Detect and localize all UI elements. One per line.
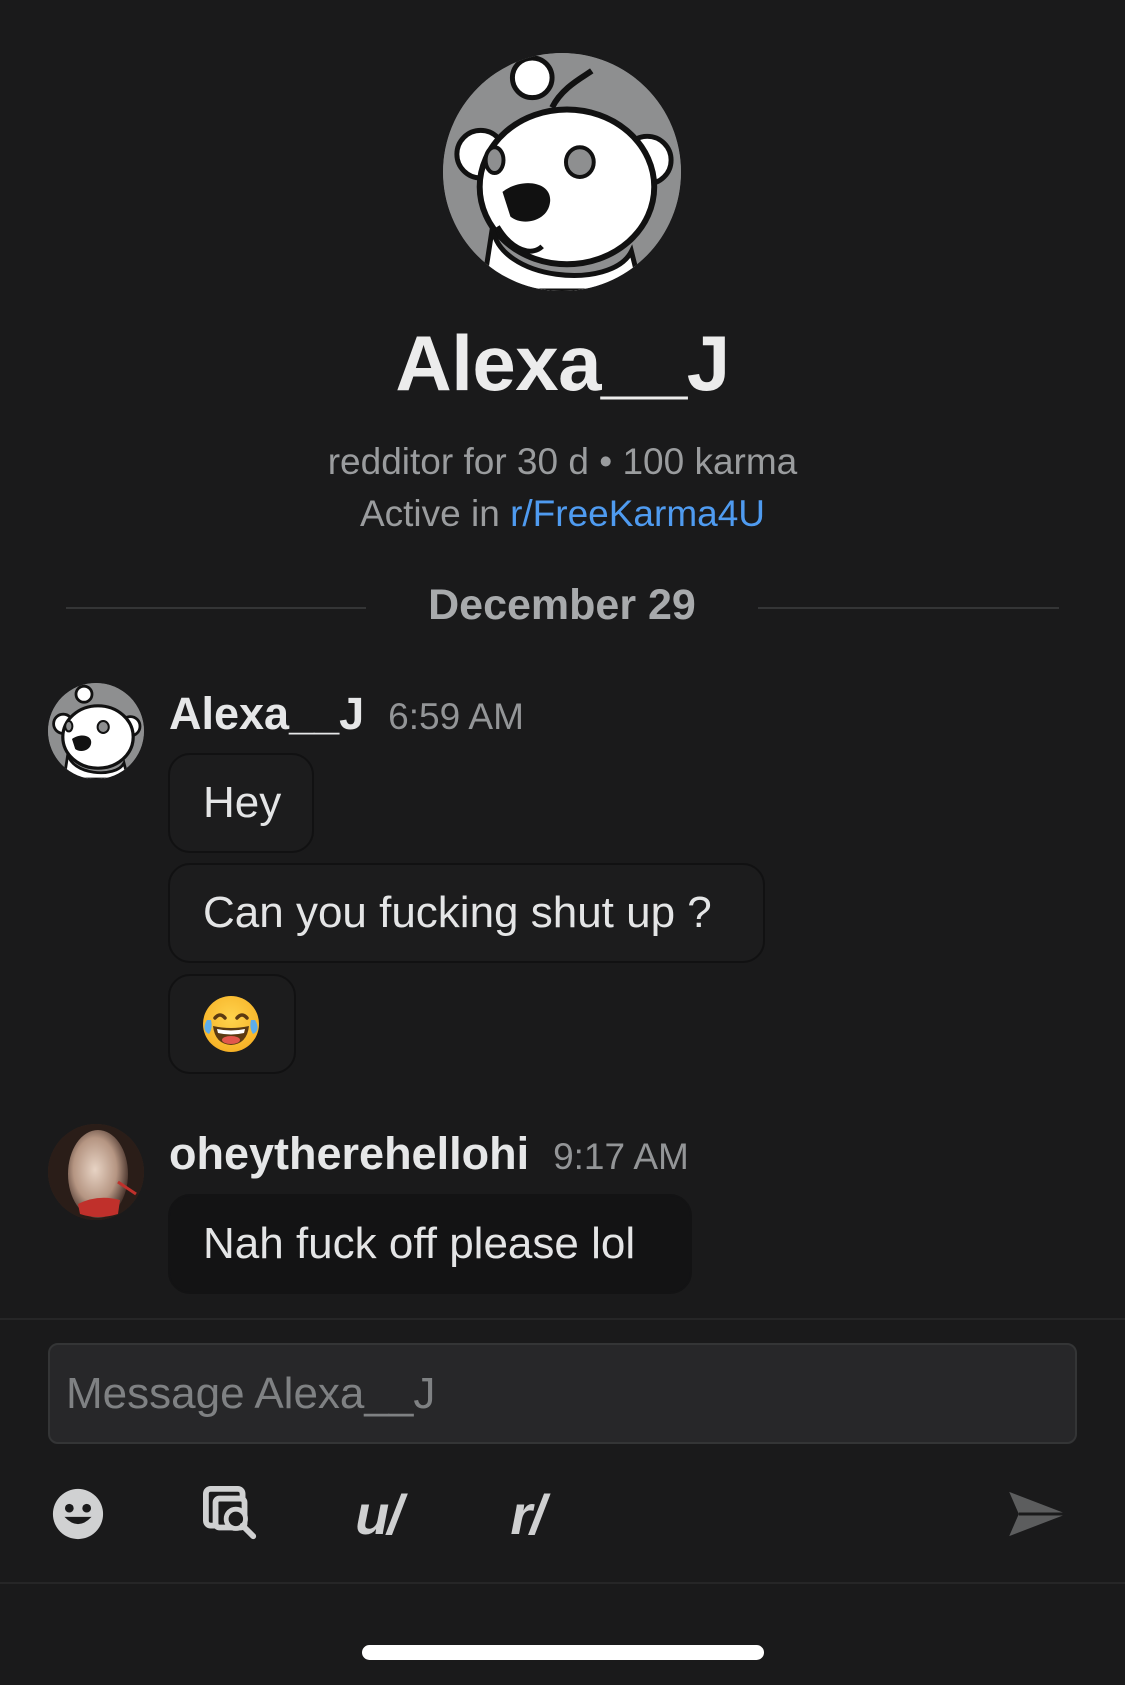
divider-line-right	[758, 607, 1059, 609]
snoo-avatar-icon	[443, 53, 681, 291]
message-time: 9:17 AM	[553, 1136, 689, 1177]
message-time: 6:59 AM	[388, 696, 524, 737]
user-mention-label: u/	[355, 1482, 403, 1546]
subreddit-mention-label: r/	[510, 1482, 545, 1546]
chat-screen: Alexa__J redditor for 30 d • 100 karma A…	[0, 0, 1125, 1685]
profile-active-line: Active in r/FreeKarma4U	[0, 488, 1125, 540]
message-header: oheytherehellohi 9:17 AM	[169, 1128, 689, 1180]
send-button[interactable]	[1006, 1482, 1070, 1546]
message-avatar[interactable]	[48, 1124, 144, 1220]
profile-username: Alexa__J	[395, 319, 730, 407]
profile-avatar[interactable]	[443, 53, 681, 291]
message-bubble[interactable]: Hey	[168, 753, 314, 853]
message-input-placeholder: Message Alexa__J	[66, 1368, 436, 1418]
face-with-tears-of-joy-icon	[203, 996, 259, 1052]
emoji-button[interactable]	[50, 1482, 106, 1546]
message-bubble[interactable]: Can you fucking shut up ?	[168, 863, 765, 963]
divider-line-left	[66, 607, 366, 609]
composer-divider	[0, 1318, 1125, 1320]
message-text: Nah fuck off please lol	[203, 1219, 636, 1268]
media-search-button[interactable]	[202, 1482, 260, 1546]
active-in-label: Active in	[359, 493, 511, 534]
message-author[interactable]: oheytherehellohi	[169, 1128, 529, 1180]
snoo-avatar-icon	[48, 683, 144, 779]
message-author[interactable]: Alexa__J	[169, 688, 364, 740]
profile-meta: redditor for 30 d • 100 karma Active in …	[0, 436, 1125, 540]
composer-bottom-divider	[0, 1582, 1125, 1584]
subreddit-mention-button[interactable]: r/	[500, 1482, 554, 1546]
message-text: Hey	[203, 778, 282, 827]
user-mention-button[interactable]: u/	[346, 1482, 410, 1546]
user-photo-avatar	[48, 1124, 144, 1220]
message-text: Can you fucking shut up ?	[203, 888, 712, 937]
message-bubble[interactable]	[168, 974, 296, 1074]
image-search-icon	[203, 1486, 257, 1540]
message-bubble[interactable]: Nah fuck off please lol	[168, 1194, 692, 1294]
message-header: Alexa__J 6:59 AM	[169, 688, 524, 740]
subreddit-link[interactable]: r/FreeKarma4U	[510, 493, 765, 534]
message-input[interactable]: Message Alexa__J	[48, 1343, 1077, 1444]
date-divider: December 29	[428, 581, 696, 629]
send-icon	[1009, 1491, 1067, 1537]
message-avatar[interactable]	[48, 683, 144, 779]
home-indicator[interactable]	[362, 1645, 764, 1660]
profile-karma-line: redditor for 30 d • 100 karma	[327, 441, 798, 482]
smiley-icon	[52, 1488, 104, 1540]
